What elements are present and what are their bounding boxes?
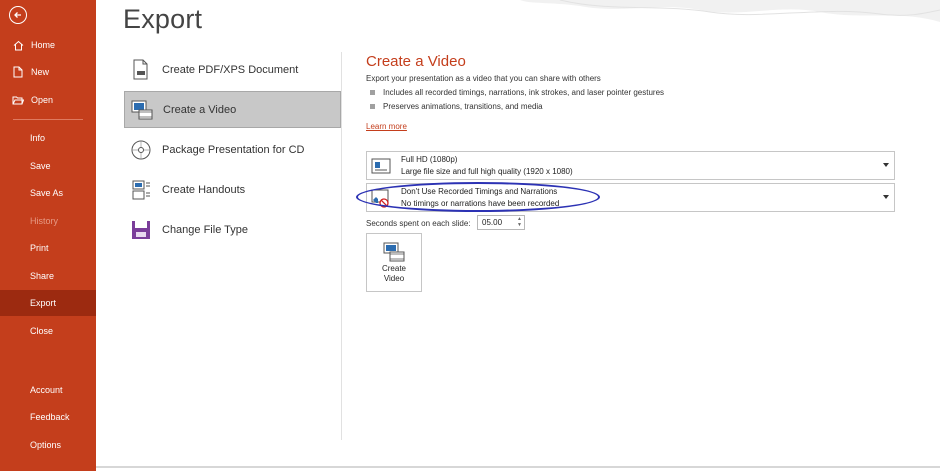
resolution-icon xyxy=(371,156,391,176)
sidebar-item-feedback[interactable]: Feedback xyxy=(0,404,96,430)
bullet-text: Preserves animations, transitions, and m… xyxy=(383,102,543,111)
sidebar-item-label: New xyxy=(31,67,50,77)
sidebar-item-label: Export xyxy=(30,298,57,308)
section-description: Export your presentation as a video that… xyxy=(366,74,601,83)
export-option-label: Package Presentation for CD xyxy=(162,143,305,156)
video-quality-dropdown[interactable]: Full HD (1080p) Large file size and full… xyxy=(366,151,895,180)
handouts-icon xyxy=(129,178,153,202)
timings-dropdown[interactable]: Don't Use Recorded Timings and Narration… xyxy=(366,183,895,212)
feature-bullet: Includes all recorded timings, narration… xyxy=(370,88,664,97)
sidebar-item-label: Options xyxy=(30,440,62,450)
new-document-icon xyxy=(12,66,24,78)
sidebar-item-close[interactable]: Close xyxy=(0,318,96,344)
sidebar-item-share[interactable]: Share xyxy=(0,263,96,289)
create-label-line2: Video xyxy=(383,274,405,283)
spinner-arrows-icon[interactable]: ▲ ▼ xyxy=(516,216,523,229)
sidebar-item-label: Open xyxy=(31,95,54,105)
timings-subtitle: No timings or narrations have been recor… xyxy=(401,199,560,208)
sidebar-item-options[interactable]: Options xyxy=(0,432,96,458)
sidebar-item-label: Info xyxy=(30,133,46,143)
export-option-video[interactable]: Create a Video xyxy=(124,91,341,128)
sidebar-item-home[interactable]: Home xyxy=(0,32,96,58)
bullet-square-icon xyxy=(370,90,375,95)
quality-subtitle: Large file size and full high quality (1… xyxy=(401,167,573,176)
seconds-per-slide-input[interactable]: 05.00 ▲ ▼ xyxy=(477,215,525,230)
export-option-package-cd[interactable]: Package Presentation for CD xyxy=(124,131,341,168)
chevron-down-icon xyxy=(883,195,889,199)
export-option-handouts[interactable]: Create Handouts xyxy=(124,171,341,208)
timings-title: Don't Use Recorded Timings and Narration… xyxy=(401,187,558,196)
sidebar-item-account[interactable]: Account xyxy=(0,377,96,403)
sidebar-item-info[interactable]: Info xyxy=(0,125,96,151)
pdf-document-icon xyxy=(129,58,153,82)
bullet-text: Includes all recorded timings, narration… xyxy=(383,88,665,97)
sidebar-item-history: History xyxy=(0,208,96,234)
export-option-label: Create PDF/XPS Document xyxy=(162,63,299,76)
learn-more-link[interactable]: Learn more xyxy=(366,122,407,131)
export-option-label: Create a Video xyxy=(163,103,237,116)
export-option-change-file-type[interactable]: Change File Type xyxy=(124,211,341,248)
sidebar-item-save-as[interactable]: Save As xyxy=(0,180,96,206)
header-decoration xyxy=(520,0,940,22)
no-narration-icon xyxy=(371,188,391,208)
bullet-square-icon xyxy=(370,104,375,109)
create-video-label: Create Video xyxy=(374,264,414,284)
home-icon xyxy=(12,39,24,51)
export-option-label: Change File Type xyxy=(162,223,249,236)
sidebar-item-label: Home xyxy=(31,40,56,50)
video-icon xyxy=(130,98,154,122)
section-title: Create a Video xyxy=(366,53,466,70)
create-video-icon xyxy=(383,242,405,262)
sidebar-item-label: Feedback xyxy=(30,412,70,422)
sidebar-item-label: Account xyxy=(30,385,63,395)
chevron-down-icon xyxy=(883,163,889,167)
sidebar-item-label: Close xyxy=(30,326,54,336)
sidebar-item-print[interactable]: Print xyxy=(0,235,96,261)
sidebar-item-open[interactable]: Open xyxy=(0,87,96,113)
file-type-icon xyxy=(129,218,153,242)
quality-title: Full HD (1080p) xyxy=(401,155,458,164)
sidebar-item-label: Share xyxy=(30,271,55,281)
create-video-button[interactable]: Create Video xyxy=(366,233,422,292)
sidebar-item-label: Print xyxy=(30,243,49,253)
seconds-value: 05.00 xyxy=(482,218,503,227)
seconds-label: Seconds spent on each slide: xyxy=(366,219,471,228)
sidebar-separator xyxy=(13,119,83,120)
page-title: Export xyxy=(123,4,203,34)
panel-divider xyxy=(341,52,342,440)
back-arrow-icon[interactable] xyxy=(9,6,27,24)
export-option-pdf[interactable]: Create PDF/XPS Document xyxy=(124,51,341,88)
sidebar-item-label: Save As xyxy=(30,188,64,198)
sidebar-item-new[interactable]: New xyxy=(0,59,96,85)
sidebar-item-save[interactable]: Save xyxy=(0,153,96,179)
sidebar-item-export[interactable]: Export xyxy=(0,290,96,316)
bottom-border xyxy=(96,466,940,468)
create-label-line1: Create xyxy=(381,264,406,273)
open-folder-icon xyxy=(12,94,24,106)
sidebar-item-label: History xyxy=(30,216,59,226)
backstage-sidebar: Home New Open Info Save Save As History … xyxy=(0,0,96,471)
sidebar-item-label: Save xyxy=(30,161,51,171)
feature-bullet: Preserves animations, transitions, and m… xyxy=(370,102,543,111)
export-option-label: Create Handouts xyxy=(162,183,246,196)
cd-icon xyxy=(129,138,153,162)
